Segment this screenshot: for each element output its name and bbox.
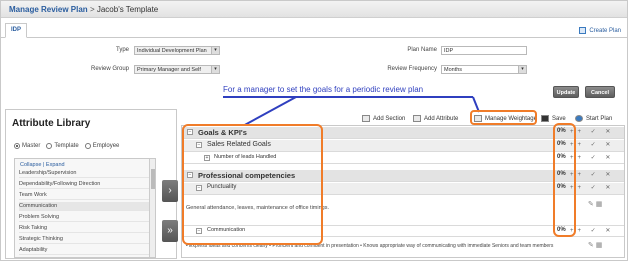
start-plan-button[interactable]: Start Plan xyxy=(575,115,612,122)
review-frequency-select-value: Months xyxy=(444,67,463,73)
row-controls[interactable]: ++ ✓ ✕ xyxy=(570,227,614,234)
breadcrumb-separator: > xyxy=(89,5,95,14)
radio-dot-icon xyxy=(14,143,20,149)
move-all-right-button[interactable]: » xyxy=(162,220,178,242)
add-attribute-button[interactable]: Add Attribute xyxy=(413,115,458,122)
chevron-down-icon: ▾ xyxy=(211,66,219,73)
start-plan-icon xyxy=(575,115,583,122)
radio-label: Master xyxy=(22,143,41,149)
type-select-value: Individual Development Plan xyxy=(137,48,207,54)
library-scrollbar[interactable] xyxy=(149,159,155,257)
save-icon xyxy=(541,115,549,122)
type-label: Type xyxy=(115,47,129,53)
review-frequency-label: Review Frequency xyxy=(387,66,437,72)
review-group-select[interactable]: Primary Manager and Self ▾ xyxy=(134,65,220,74)
add-section-button[interactable]: Add Section xyxy=(362,115,405,122)
add-attribute-icon xyxy=(413,115,421,122)
weights-highlight xyxy=(553,123,576,237)
expand-link[interactable]: Expand xyxy=(46,162,65,168)
plan-name-label: Plan Name xyxy=(407,47,437,53)
start-plan-label: Start Plan xyxy=(586,115,613,122)
library-item[interactable]: Communication xyxy=(19,202,149,211)
row-controls[interactable]: ++ ✓ ✕ xyxy=(570,154,614,161)
radio-dot-icon xyxy=(84,143,91,149)
cancel-button[interactable]: Cancel xyxy=(585,86,615,98)
title-bar: Manage Review Plan > Jacob's Template xyxy=(1,1,627,18)
create-plan-icon xyxy=(579,27,587,34)
create-plan-link[interactable]: Create Plan xyxy=(579,27,621,34)
sections-highlight xyxy=(182,124,323,245)
save-label: Save xyxy=(552,115,566,122)
update-button[interactable]: Update xyxy=(553,86,579,98)
attribute-library-panel: Attribute Library Master Template Employ… xyxy=(5,109,178,259)
library-item[interactable]: Problem Solving xyxy=(19,213,149,222)
add-section-label: Add Section xyxy=(373,115,406,122)
chevron-down-icon: ▾ xyxy=(518,66,526,73)
library-item[interactable]: Team Work xyxy=(19,191,149,200)
collapse-link[interactable]: Collapse xyxy=(20,162,41,168)
annotation-text: For a manager to set the goals for a per… xyxy=(223,85,424,94)
save-button[interactable]: Save xyxy=(541,115,566,122)
edit-icons[interactable]: ✎ ▦ xyxy=(588,200,602,208)
breadcrumb: Manage Review Plan > Jacob's Template xyxy=(9,5,158,14)
breadcrumb-link[interactable]: Manage Review Plan xyxy=(9,5,88,14)
row-controls[interactable]: ++ ✓ ✕ xyxy=(570,141,614,148)
library-item[interactable]: Adaptability xyxy=(19,246,149,255)
radio-label: Employee xyxy=(92,143,120,149)
add-section-icon xyxy=(362,115,370,122)
breadcrumb-current: Jacob's Template xyxy=(96,5,159,14)
radio-dot-icon xyxy=(46,143,53,149)
review-group-select-value: Primary Manager and Self xyxy=(137,67,201,73)
radio-employee[interactable]: Employee xyxy=(84,143,120,149)
link-separator: | xyxy=(42,162,45,168)
edit-icons[interactable]: ✎ ▦ xyxy=(588,241,602,249)
row-controls[interactable]: ++ ✓ ✕ xyxy=(570,128,614,135)
manage-review-plan-page: Manage Review Plan > Jacob's Template ID… xyxy=(0,0,628,261)
library-source-radios: Master Template Employee xyxy=(14,143,119,149)
radio-template[interactable]: Template xyxy=(46,143,79,149)
tab-bar: IDP Create Plan xyxy=(1,22,627,38)
library-item[interactable]: Strategic Thinking xyxy=(19,235,149,244)
manage-weightage-highlight xyxy=(470,110,537,125)
radio-label: Template xyxy=(54,143,79,149)
library-list: Collapse | Expand Leadership/Supervision… xyxy=(14,158,156,258)
scrollbar-thumb[interactable] xyxy=(151,169,155,189)
radio-master[interactable]: Master xyxy=(14,143,40,149)
plan-name-input[interactable]: IDP xyxy=(441,46,527,55)
create-plan-label: Create Plan xyxy=(589,27,621,34)
type-select[interactable]: Individual Development Plan ▾ xyxy=(134,46,220,55)
annotation-underline xyxy=(223,96,473,98)
library-item[interactable]: Dependability/Following Direction xyxy=(19,180,149,189)
library-item[interactable]: Leadership/Supervision xyxy=(19,169,149,178)
tab-idp[interactable]: IDP xyxy=(5,23,27,38)
chevron-down-icon: ▾ xyxy=(211,47,219,54)
row-controls[interactable]: ++ ✓ ✕ xyxy=(570,184,614,191)
review-frequency-select[interactable]: Months ▾ xyxy=(441,65,527,74)
attribute-library-title: Attribute Library xyxy=(12,118,91,129)
row-controls[interactable]: ++ ✓ ✕ xyxy=(570,171,614,178)
collapse-expand-links: Collapse | Expand xyxy=(20,162,65,168)
review-group-label: Review Group xyxy=(90,66,129,72)
move-right-button[interactable]: › xyxy=(162,180,178,202)
library-item[interactable]: Risk Taking xyxy=(19,224,149,233)
add-attribute-label: Add Attribute xyxy=(424,115,459,122)
